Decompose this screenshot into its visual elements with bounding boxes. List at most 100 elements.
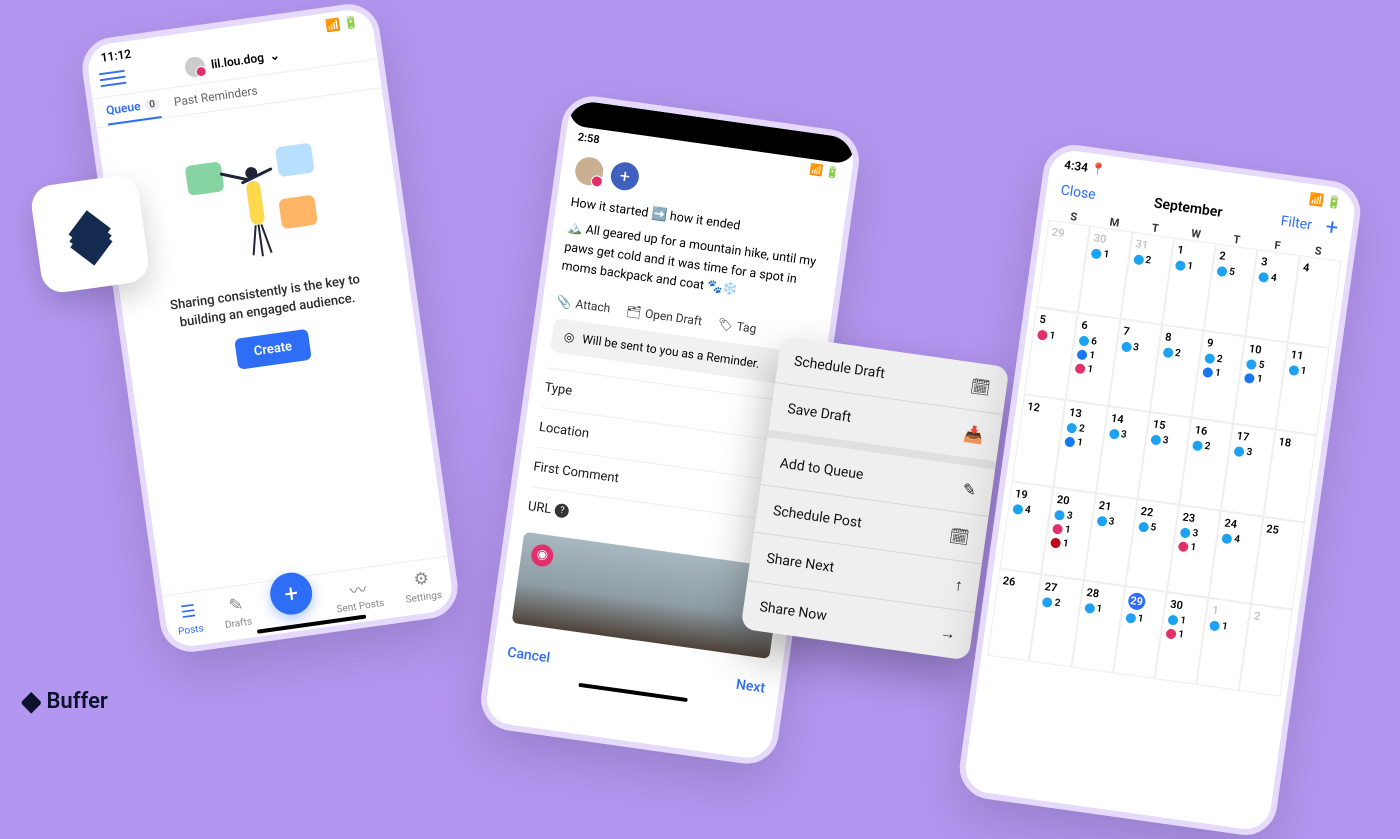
event-count: 1 [1064,524,1071,536]
day-number: 30 [1093,231,1127,248]
event-count: 1 [1214,368,1221,380]
day-number: 4 [1302,261,1336,278]
day-number: 10 [1248,342,1282,359]
day-number: 25 [1265,522,1299,539]
event-count: 2 [1078,423,1085,435]
event-count: 5 [1150,522,1157,534]
tag-button[interactable]: 🏷Tag [717,316,758,335]
day-number: 21 [1098,499,1132,516]
compose-fab[interactable]: + [267,569,314,616]
ig-dot-icon [1037,329,1048,340]
folder-icon: 🗂 [625,303,642,319]
event-count: 1 [1049,330,1056,342]
calendar-month-title: September [1153,195,1223,220]
day-number: 26 [1002,574,1036,591]
calendar-event: 3 [1054,509,1087,524]
event-count: 4 [1234,534,1241,546]
event-count: 3 [1162,435,1169,447]
calendar-event: 5 [1246,358,1279,373]
filter-button[interactable]: Filter [1280,213,1313,233]
nav-settings[interactable]: ⚙Settings [402,566,443,606]
tw-dot-icon [1042,596,1053,607]
buffer-brand: ◆◆◆ Buffer [22,689,108,714]
calendar-event: 2 [1162,346,1196,361]
event-count: 1 [1221,621,1228,633]
day-number: 24 [1224,516,1258,533]
queue-count-badge: 0 [144,98,161,111]
tw-dot-icon [1079,335,1090,346]
selected-account-avatar[interactable] [573,155,605,187]
tw-dot-icon [1133,254,1144,265]
day-number: 8 [1164,330,1198,347]
calendar-event: 3 [1096,515,1129,530]
calendar-event: 1 [1202,366,1235,381]
day-number: 1 [1177,243,1211,260]
ig-dot-icon [1075,363,1086,374]
event-count: 1 [1076,437,1083,449]
bottom-nav: ☰Posts ✎Drafts + 〰Sent Posts ⚙Settings [162,556,455,650]
event-count: 6 [1091,336,1098,348]
nav-drafts[interactable]: ✎Drafts [221,593,253,631]
tag-icon: 🏷 [717,316,734,332]
status-icons: 📶 🔋 [809,163,841,180]
day-number: 29 [1127,592,1146,611]
day-number: 6 [1081,319,1115,336]
calendar-event: 1 [1125,612,1159,627]
tw-dot-icon [1150,434,1161,445]
event-count: 1 [1187,261,1194,273]
attach-button[interactable]: 📎Attach [556,294,611,315]
event-count: 1 [1177,629,1184,641]
buffer-app-icon: ◆◆◆ [29,173,151,295]
tab-queue-label: Queue [105,99,141,118]
tw-dot-icon [1168,614,1179,625]
action-sheet: Schedule Draft🗓 Save Draft📥 Add to Queue… [741,335,1010,660]
tw-dot-icon [1258,271,1269,282]
instagram-badge-icon: ◉ [530,543,555,568]
day-number: 12 [1026,400,1060,417]
tw-dot-icon [1096,515,1107,526]
day-number: 27 [1044,580,1078,597]
event-count: 1 [1062,538,1069,550]
nav-sent[interactable]: 〰Sent Posts [333,574,385,615]
tw-dot-icon [1175,259,1186,270]
cancel-button[interactable]: Cancel [506,644,551,666]
day-number: 18 [1278,435,1312,452]
calendar-event: 3 [1234,445,1267,460]
event-count: 2 [1216,354,1223,366]
reminder-text: Will be sent to you as a Reminder. [581,331,760,370]
next-button[interactable]: Next [735,676,766,696]
calendar-grid: 2930131211253445166117382921105111112132… [981,219,1347,698]
add-account-button[interactable]: + [609,160,641,192]
close-button[interactable]: Close [1060,182,1097,203]
fb-dot-icon [1244,372,1255,383]
event-count: 2 [1054,597,1061,609]
gear-icon: ⚙ [409,567,434,592]
add-button[interactable]: + [1324,215,1340,241]
calendar-plus-icon: 🗓 [948,526,971,548]
ig-dot-icon [1166,628,1177,639]
menu-icon[interactable] [98,66,127,91]
instagram-icon: ◎ [563,329,575,344]
location-icon: 📍 [1090,161,1107,177]
sent-icon: 〰 [345,576,370,601]
arrow-right-icon: → [939,622,958,644]
day-number: 3 [1260,255,1294,272]
day-number: 2 [1253,609,1287,626]
day-number: 30 [1169,598,1203,615]
open-draft-button[interactable]: 🗂Open Draft [625,303,703,328]
event-count: 2 [1204,441,1211,453]
tw-dot-icon [1091,248,1102,259]
pi-dot-icon [1050,537,1061,548]
fb-dot-icon [1077,349,1088,360]
help-icon[interactable]: ? [554,503,570,519]
paperclip-icon: 📎 [556,294,573,310]
queue-phone: 11:12 📶 🔋 lil.lou.dog ⌄ Queue 0 Past Rem… [78,0,461,656]
event-count: 1 [1137,613,1144,625]
event-count: 3 [1192,528,1199,540]
calendar-event: 4 [1012,503,1045,518]
day-number: 28 [1086,586,1120,603]
day-number: 19 [1014,487,1048,504]
nav-posts[interactable]: ☰Posts [174,599,204,637]
day-number: 31 [1135,237,1169,254]
create-button[interactable]: Create [234,329,312,370]
